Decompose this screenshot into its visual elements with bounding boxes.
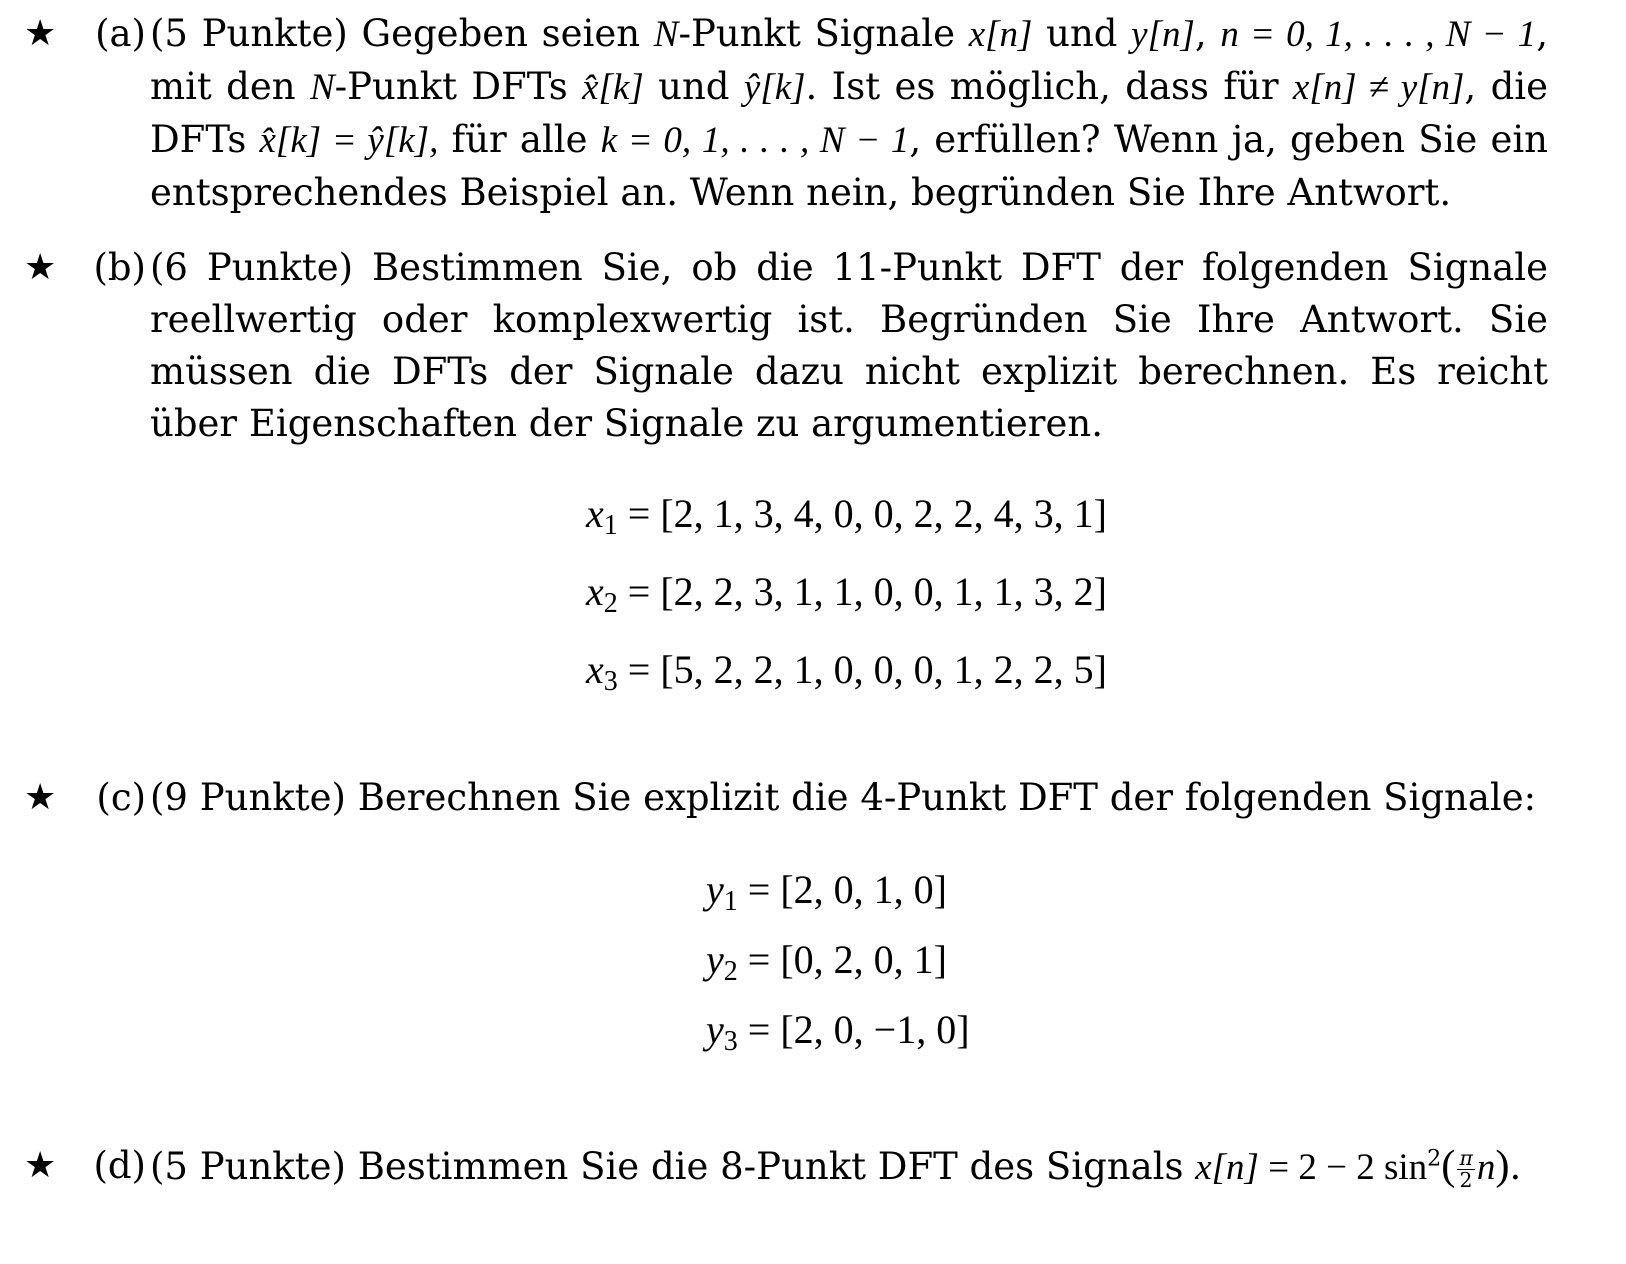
star-icon: ★ [24,13,57,54]
equation-y3: y3 = [2, 0, −1, 0] [706,1007,970,1057]
points: (5 Punkte) [150,12,348,55]
star-icon: ★ [24,1145,57,1186]
points: (6 Punkte) [150,246,354,289]
problem-label: (b) [93,246,146,289]
problem-text: (5 Punkte) Gegeben seien N-Punkt Signale… [150,12,1549,214]
equation-x1: x1 = [2, 1, 3, 4, 0, 0, 2, 2, 4, 3, 1] [586,491,1107,541]
equation-y2: y2 = [0, 2, 0, 1] [706,937,947,987]
equation-x2: x2 = [2, 2, 3, 1, 1, 0, 0, 1, 1, 3, 2] [586,569,1107,619]
problem-label: (d) [93,1144,146,1187]
points: (9 Punkte) [150,776,346,819]
problem-label: (c) [96,776,146,819]
points: (5 Punkte) [150,1145,346,1188]
problem-label: (a) [95,12,146,55]
problem-text: (6 Punkte) Bestimmen Sie, ob die 11-Punk… [150,246,1548,445]
exam-sheet: ★ (a) (5 Punkte) Gegeben seien N-Punkt S… [0,0,1626,1264]
star-icon: ★ [24,777,57,818]
equation-x3: x3 = [5, 2, 2, 1, 0, 0, 0, 1, 2, 2, 5] [586,647,1107,697]
star-icon: ★ [24,247,57,288]
equation-y1: y1 = [2, 0, 1, 0] [706,867,947,917]
fraction: π2 [1457,1145,1475,1192]
problem-text: (5 Punkte) Bestimmen Sie die 8-Punkt DFT… [150,1142,1522,1192]
formula-lhs: x[n] [1195,1147,1259,1188]
problem-text: (9 Punkte) Berechnen Sie explizit die 4-… [150,776,1537,819]
